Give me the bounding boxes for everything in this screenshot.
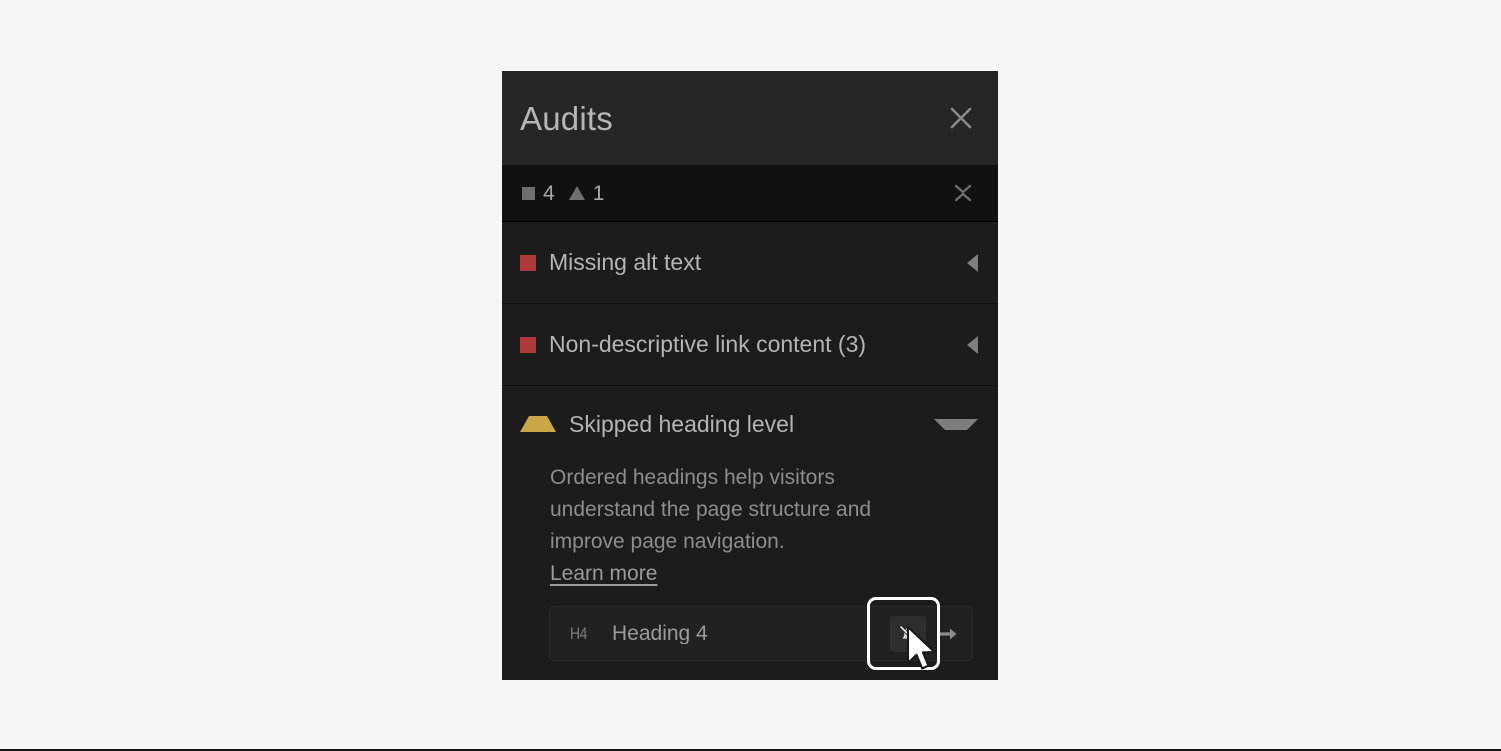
error-marker-icon bbox=[520, 336, 536, 353]
collapse-all-icon[interactable] bbox=[948, 178, 978, 208]
audit-label: Missing alt text bbox=[549, 249, 702, 275]
audit-label: Skipped heading level bbox=[569, 410, 795, 437]
audit-list: Missing alt text Non-descriptive link co… bbox=[502, 222, 998, 680]
warning-count: 1 bbox=[592, 181, 605, 205]
triangle-down-icon[interactable] bbox=[934, 418, 978, 430]
result-element-tag: H4 bbox=[570, 624, 588, 643]
arrow-right-icon[interactable] bbox=[930, 616, 966, 652]
triangle-marker-icon bbox=[568, 186, 585, 200]
result-item[interactable]: H4 Heading 4 bbox=[549, 606, 973, 661]
result-element-name: Heading 4 bbox=[612, 623, 708, 644]
audit-row-left: Non-descriptive link content (3) bbox=[520, 333, 866, 356]
error-marker-icon bbox=[520, 254, 536, 271]
triangle-left-icon[interactable] bbox=[956, 335, 978, 354]
page-title: Audits bbox=[520, 99, 613, 137]
error-count: 4 bbox=[543, 181, 555, 205]
summary-bar: 4 1 bbox=[502, 165, 998, 222]
warning-count-group: 1 bbox=[568, 181, 605, 205]
error-count-group: 4 bbox=[522, 183, 555, 204]
panel-header: Audits bbox=[502, 71, 998, 165]
audit-description: Ordered headings help visitors understan… bbox=[550, 466, 872, 553]
learn-more-link[interactable]: Learn more bbox=[550, 562, 657, 586]
triangle-left-icon[interactable] bbox=[956, 253, 978, 272]
warning-marker-icon bbox=[520, 416, 556, 432]
summary-counts: 4 1 bbox=[522, 183, 604, 204]
audit-row[interactable]: Missing alt text bbox=[502, 222, 998, 304]
square-marker-icon bbox=[522, 186, 535, 200]
result-actions bbox=[890, 615, 966, 652]
audit-row[interactable]: Skipped heading level bbox=[502, 386, 998, 462]
audit-label: Non-descriptive link content (3) bbox=[549, 331, 867, 357]
audit-row-left: Skipped heading level bbox=[520, 410, 795, 437]
result-list: H4 Heading 4 bbox=[502, 586, 998, 661]
audit-row-left: Missing alt text bbox=[520, 251, 701, 274]
close-icon[interactable] bbox=[944, 101, 978, 135]
audit-body: Ordered headings help visitors understan… bbox=[502, 462, 998, 586]
audits-panel: Audits 4 1 Missing alt text Non-descript… bbox=[502, 71, 998, 680]
audit-section-expanded: Skipped heading level Ordered headings h… bbox=[502, 386, 998, 680]
bell-slash-icon[interactable] bbox=[890, 615, 926, 652]
audit-row[interactable]: Non-descriptive link content (3) bbox=[502, 304, 998, 386]
